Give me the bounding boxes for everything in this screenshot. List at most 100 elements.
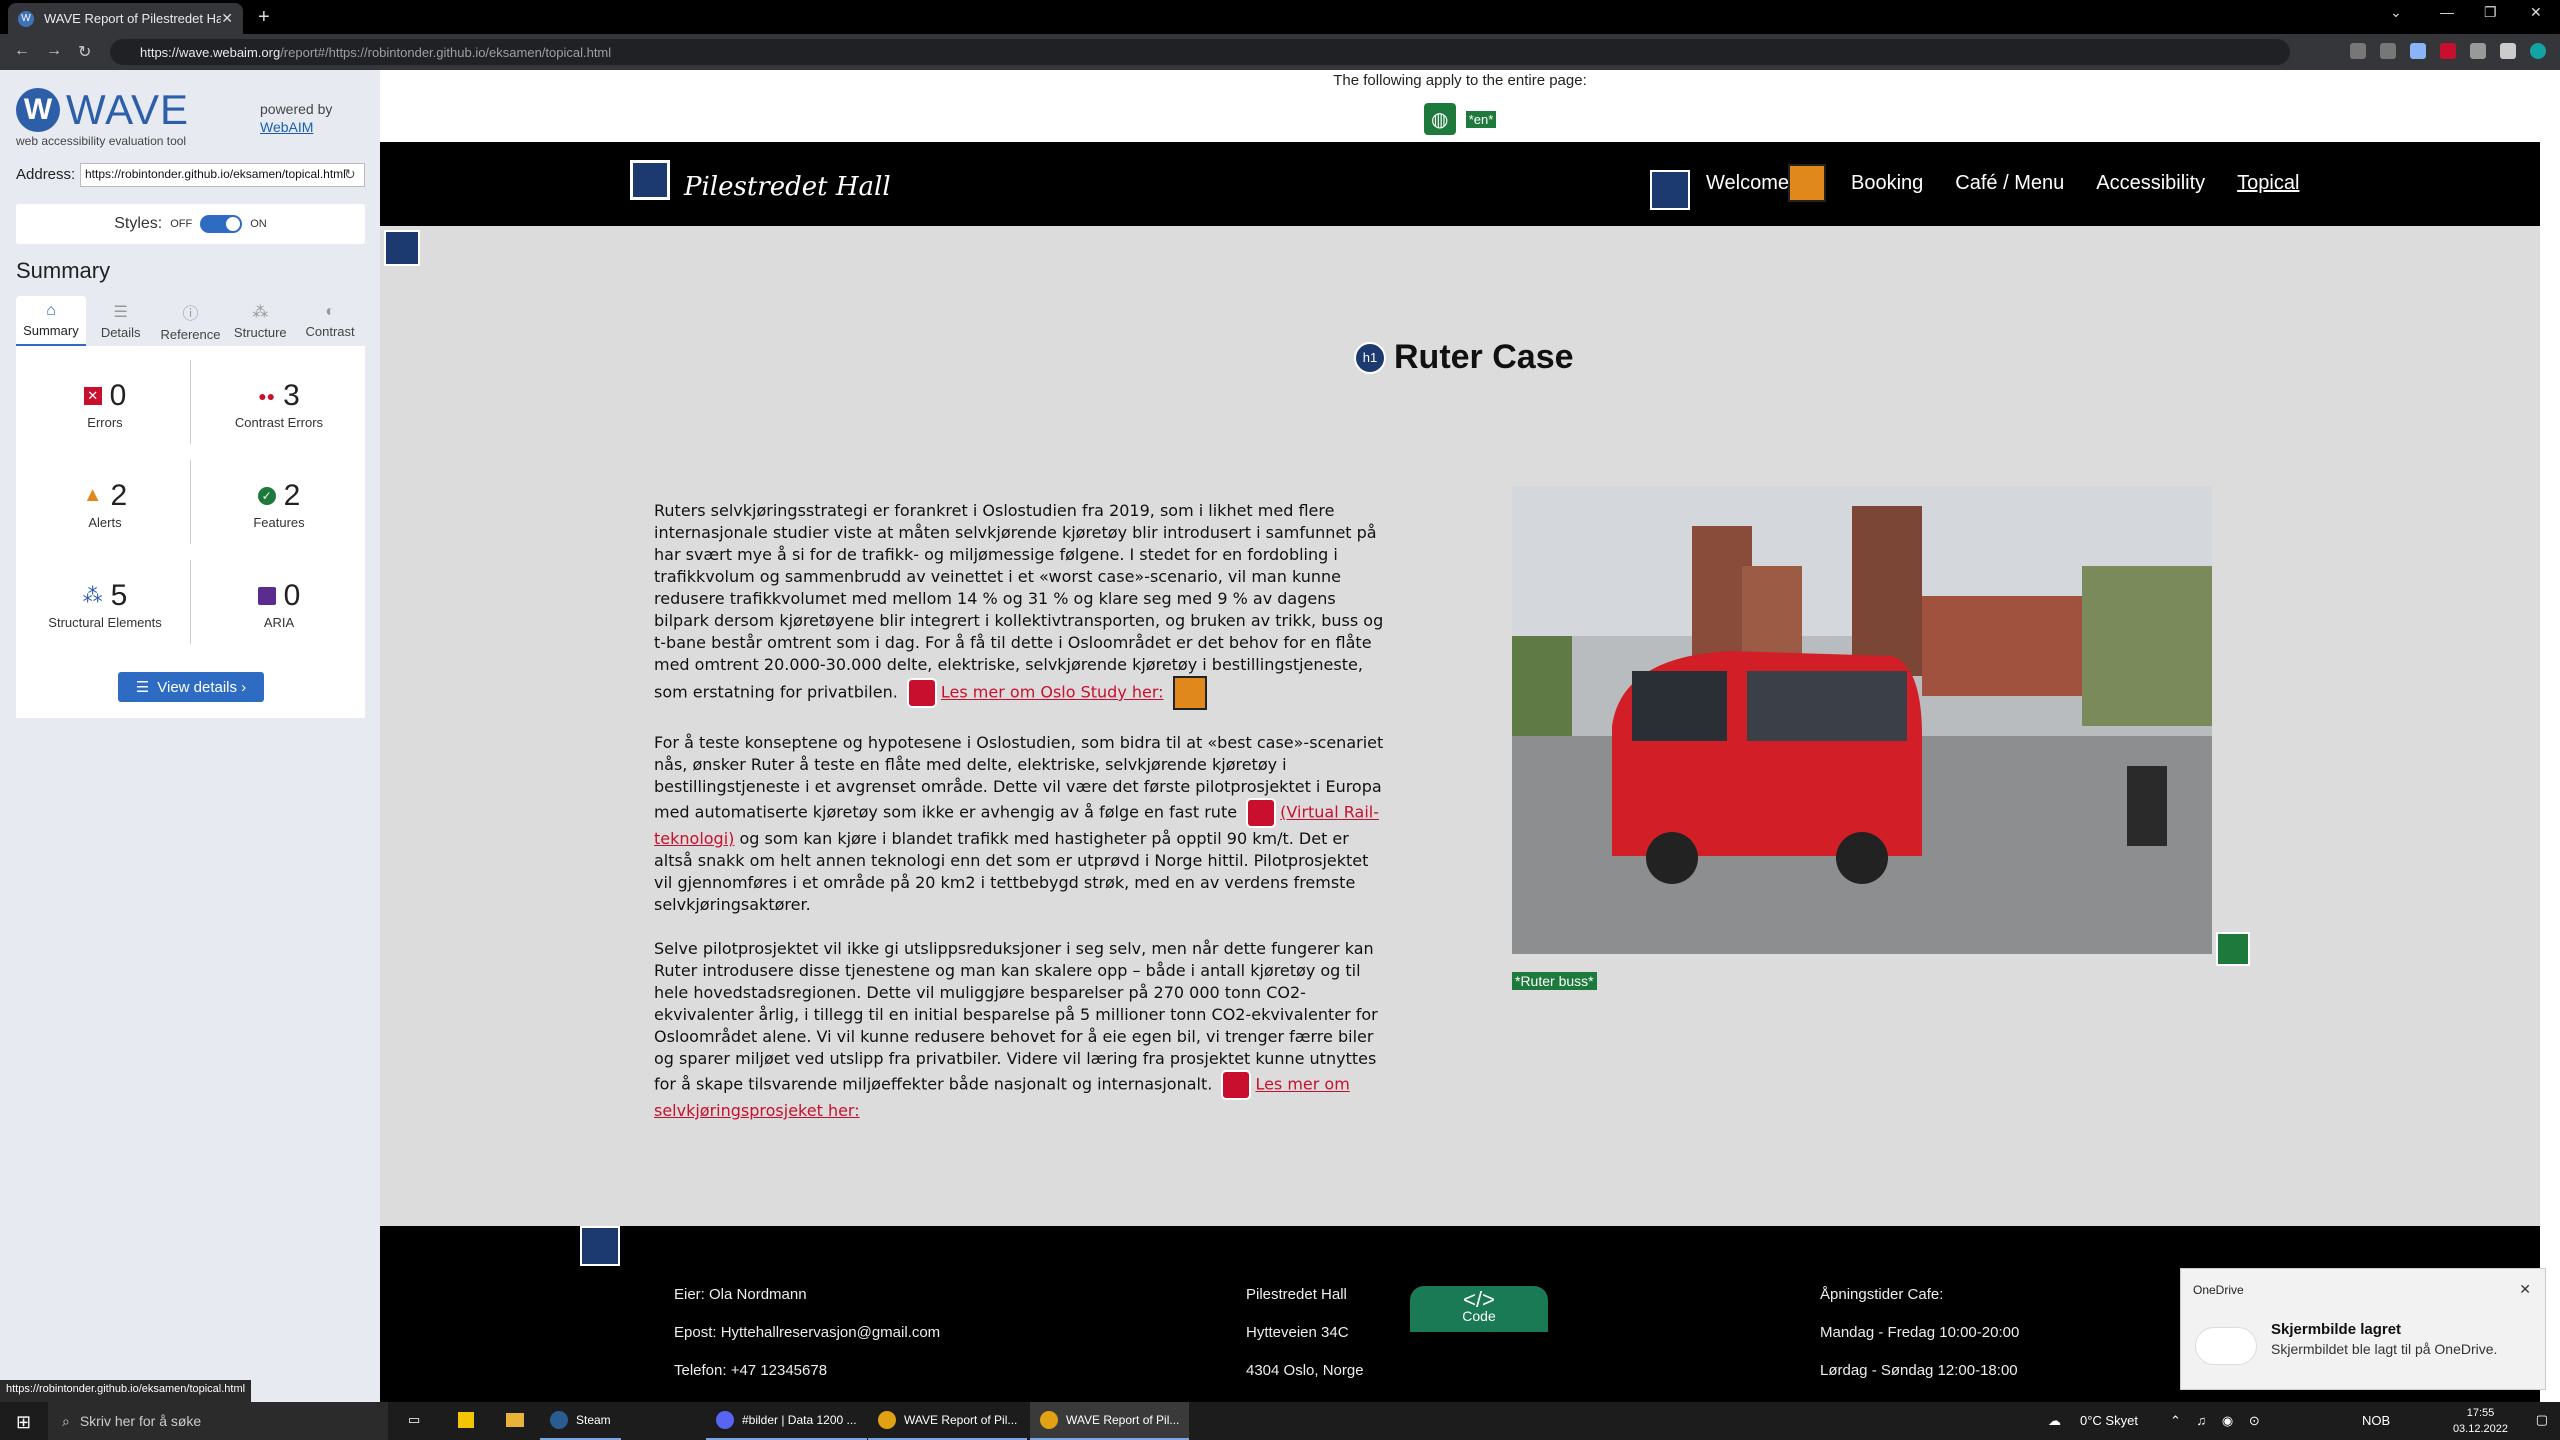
wave-logo: W WAVE — [16, 86, 189, 134]
tab-title: WAVE Report of Pilestredet Hall — [44, 11, 222, 26]
system-tray-icons[interactable]: ⌃ ♫ ◉ ⊙ — [2170, 1413, 2266, 1429]
profile-avatar[interactable] — [2530, 43, 2546, 59]
chrome-icon — [1040, 1411, 1058, 1429]
footer-landmark-icon[interactable] — [580, 1226, 620, 1266]
ruter-bus-image — [1512, 486, 2212, 954]
taskbar-search-placeholder: Skriv her for å søke — [79, 1413, 202, 1429]
pdf-link-alert-icon[interactable] — [1172, 676, 1207, 710]
task-view-icon[interactable]: ▭ — [408, 1412, 420, 1428]
bookmark-star-icon[interactable] — [2380, 43, 2396, 59]
close-window-icon[interactable]: ✕ — [2530, 4, 2542, 21]
extensions-puzzle-icon[interactable] — [2500, 43, 2516, 59]
list-icon: ☰ — [113, 304, 128, 321]
heading-row: h1 Ruter Case — [1354, 338, 1574, 377]
footer-hours-weekday: Mandag - Fredag 10:00-20:00 — [1820, 1324, 2020, 1341]
header-landmark-icon[interactable] — [630, 160, 670, 200]
tab-summary[interactable]: ⌂ Summary — [16, 296, 86, 346]
input-language[interactable]: NOB — [2362, 1413, 2390, 1428]
share-icon[interactable] — [2350, 43, 2366, 59]
taskbar-app-chrome[interactable]: WAVE Report of Pil... — [868, 1402, 1028, 1440]
extension-icon[interactable] — [2470, 43, 2486, 59]
onedrive-notification[interactable]: OneDrive ✕ Skjermbilde lagret Skjermbild… — [2180, 1268, 2546, 1390]
footer-hours-title: Åpningstider Cafe: — [1820, 1286, 1944, 1303]
wave-tabs: ⌂ Summary ☰ Details ⓘ Reference ⁂ Structure … — [16, 296, 365, 346]
errors-count: 0 — [109, 378, 127, 412]
minimize-icon[interactable]: — — [2440, 4, 2454, 20]
contrast-error-icon[interactable] — [1246, 798, 1277, 828]
aria-label: ARIA — [263, 614, 295, 630]
taskbar-app-chrome-active[interactable]: WAVE Report of Pil... — [1030, 1402, 1190, 1440]
tab-structure[interactable]: ⁂ Structure — [225, 296, 295, 346]
reload-icon[interactable]: ↻ — [78, 42, 91, 62]
footer-city: 4304 Oslo, Norge — [1246, 1362, 1364, 1379]
stat-features: ✓ 2 Features — [194, 456, 364, 552]
code-button[interactable]: </> Code — [1410, 1286, 1548, 1332]
close-tab-icon[interactable]: ✕ — [221, 10, 233, 27]
refresh-icon[interactable]: ↻ — [344, 166, 356, 183]
home-icon: ⌂ — [46, 302, 56, 319]
redundant-link-alert-icon[interactable] — [1788, 164, 1826, 202]
powered-by: powered by WebAIM — [260, 100, 332, 136]
navigation-landmark-icon[interactable] — [1650, 170, 1690, 210]
summary-heading: Summary — [16, 258, 111, 283]
extension-icon[interactable] — [2440, 43, 2456, 59]
site-header: Pilestredet Hall Welcome Booking Café / … — [380, 142, 2540, 226]
tab-label: Reference — [160, 327, 221, 342]
paragraph-2: For å teste konseptene og hypotesene i O… — [654, 732, 1384, 916]
nav-accessibility[interactable]: Accessibility — [2096, 172, 2205, 195]
clock[interactable]: 17:55 03.12.2022 — [2453, 1405, 2508, 1437]
h1-badge-icon[interactable]: h1 — [1354, 341, 1386, 374]
nav-topical[interactable]: Topical — [2237, 172, 2299, 195]
applies-text: The following apply to the entire page: — [1333, 72, 1587, 89]
file-explorer-icon[interactable] — [506, 1413, 524, 1427]
url-bar[interactable]: https://wave.webaim.org/report#/https://… — [110, 39, 2290, 65]
tab-search-icon[interactable]: ⌄ — [2390, 4, 2402, 21]
taskbar-search[interactable]: ⌕ Skriv her for å søke — [48, 1402, 388, 1440]
alerts-label: Alerts — [88, 514, 122, 530]
tab-label: Structure — [233, 325, 287, 340]
main-landmark-icon[interactable] — [384, 230, 420, 266]
address-input[interactable]: https://robintonder.github.io/eksamen/to… — [80, 163, 365, 187]
contrast-error-icon[interactable] — [906, 678, 937, 708]
language-icon[interactable]: ◍ — [1423, 103, 1456, 135]
styles-on-label: ON — [250, 218, 267, 230]
image-alt-feature-icon[interactable] — [2216, 932, 2250, 966]
webaim-link[interactable]: WebAIM — [260, 119, 313, 135]
aria-count: 0 — [283, 578, 301, 612]
forward-icon[interactable]: → — [46, 42, 62, 60]
styles-toggle[interactable] — [200, 215, 243, 233]
alert-icon: ▲ — [82, 484, 103, 506]
clock-time: 17:55 — [2466, 1407, 2495, 1419]
taskbar-app-discord[interactable]: #bilder | Data 1200 ... — [706, 1402, 867, 1440]
taskbar-app-steam[interactable]: Steam — [540, 1402, 621, 1440]
back-icon[interactable]: ← — [14, 42, 30, 60]
toast-title: Skjermbilde lagret — [2271, 1321, 2402, 1338]
sticky-notes-icon[interactable] — [458, 1412, 474, 1428]
nav-booking[interactable]: Booking — [1851, 172, 1923, 195]
windows-start-icon[interactable]: ⊞ — [16, 1412, 31, 1433]
list-icon: ☰ — [135, 679, 150, 696]
view-details-button[interactable]: ☰ View details › — [118, 672, 264, 702]
new-tab-icon[interactable]: + — [258, 6, 270, 29]
footer-street: Hytteveien 34C — [1246, 1324, 1349, 1341]
notification-icon[interactable]: ▢ — [2536, 1412, 2548, 1428]
footer-hours-weekend: Lørdag - Søndag 12:00-18:00 — [1820, 1362, 2018, 1379]
nav-cafe-menu[interactable]: Café / Menu — [1955, 172, 2064, 195]
oslo-study-link[interactable]: Les mer om Oslo Study her: — [941, 683, 1164, 702]
contrast-error-icon[interactable] — [1221, 1070, 1252, 1100]
browser-tab[interactable]: W WAVE Report of Pilestredet Hall ✕ — [8, 3, 243, 34]
stat-structural: ⁂ 5 Structural Elements — [20, 556, 190, 652]
weather-icon[interactable]: ☁ — [2048, 1413, 2061, 1429]
structure-icon: ⁂ — [82, 585, 103, 607]
tab-contrast[interactable]: ◐ Contrast — [295, 296, 365, 346]
extension-icon[interactable] — [2410, 43, 2426, 59]
tab-reference[interactable]: ⓘ Reference — [156, 296, 226, 346]
site-name[interactable]: Pilestredet Hall — [684, 172, 891, 202]
nav-welcome[interactable]: Welcome — [1706, 172, 1789, 195]
url-path: /report#/https://robintonder.github.io/e… — [280, 44, 612, 60]
tab-details[interactable]: ☰ Details — [86, 296, 156, 346]
close-icon[interactable]: ✕ — [2519, 1281, 2531, 1298]
footer-venue: Pilestredet Hall — [1246, 1286, 1347, 1303]
restore-icon[interactable]: ❐ — [2484, 4, 2497, 21]
weather-text[interactable]: 0°C Skyet — [2080, 1413, 2138, 1428]
